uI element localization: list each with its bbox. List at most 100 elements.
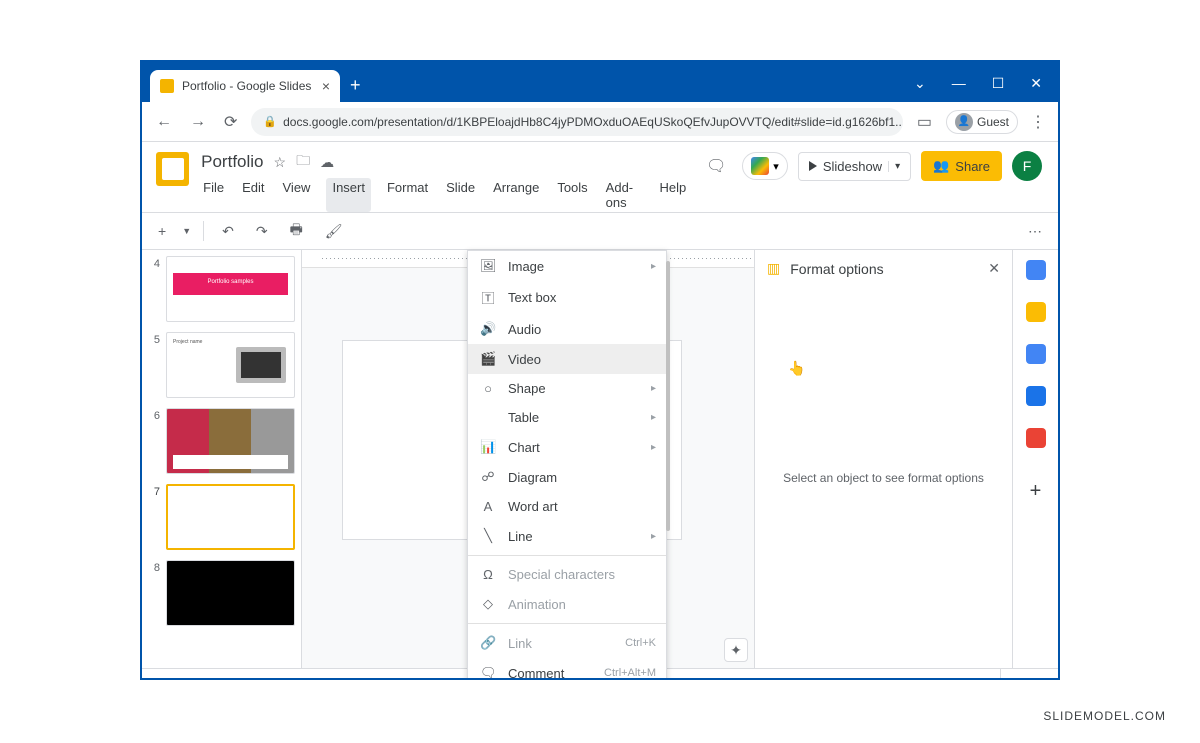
browser-window: Portfolio - Google Slides × + ⌄ — ☐ ✕ ← … [140, 60, 1060, 680]
new-slide-button[interactable]: + [152, 219, 172, 243]
move-icon[interactable]: 🗀 [296, 150, 310, 174]
canvas-area[interactable]: ✦ 🖼Image▸🅃Text box🔊Audio 🎬 Video ○Shape▸Tab… [302, 250, 754, 668]
user-avatar[interactable]: F [1012, 151, 1042, 181]
slideshow-button[interactable]: Slideshow ▾ [798, 152, 911, 181]
animation-icon: ◇ [480, 596, 496, 612]
profile-pill[interactable]: 👤 Guest [946, 110, 1018, 134]
slide-thumb[interactable]: 8 [148, 560, 295, 626]
contacts-icon[interactable] [1026, 386, 1046, 406]
menu-format[interactable]: Format [385, 178, 430, 212]
undo-button[interactable]: ↶ [216, 219, 240, 244]
chevron-down-icon: ▾ [773, 160, 779, 173]
insert-menu-audio[interactable]: 🔊Audio [468, 314, 666, 344]
more-tools-icon[interactable]: ⋯ [1022, 219, 1048, 244]
slide-thumb[interactable]: 7 [148, 484, 295, 550]
insert-menu-special-characters: ΩSpecial characters [468, 560, 666, 589]
menu-file[interactable]: File [201, 178, 226, 212]
address-bar-row: ← → ⟳ 🔒 docs.google.com/presentation/d/1… [142, 102, 1058, 142]
url-bar[interactable]: 🔒 docs.google.com/presentation/d/1KBPElo… [251, 108, 902, 136]
slide-thumb[interactable]: 5 [148, 332, 295, 398]
slides-logo-icon[interactable] [156, 152, 189, 186]
slideshow-label: Slideshow [823, 159, 882, 174]
insert-menu-word-art[interactable]: A Word art [468, 492, 666, 521]
slide-number: 8 [148, 560, 160, 626]
calendar-icon[interactable] [1026, 260, 1046, 280]
submenu-arrow-icon: ▸ [651, 261, 656, 272]
filmstrip-view-icon[interactable]: ▤ [154, 675, 167, 680]
insert-menu-line[interactable]: ╲Line▸ [468, 521, 666, 551]
window-minimize-icon[interactable]: — [952, 75, 966, 92]
link-icon: 🔗 [480, 635, 496, 651]
cloud-status-icon[interactable]: ☁ [320, 154, 334, 171]
window-maximize-icon[interactable]: ☐ [992, 75, 1005, 92]
menu-slide[interactable]: Slide [444, 178, 477, 212]
back-button[interactable]: ← [152, 113, 176, 131]
reload-button[interactable]: ⟳ [220, 112, 241, 132]
insert-menu-text-box[interactable]: 🅃Text box [468, 281, 666, 314]
reading-list-icon[interactable]: ▭ [913, 112, 936, 132]
titlebar: Portfolio - Google Slides × + ⌄ — ☐ ✕ [142, 62, 1058, 102]
menu-add-ons[interactable]: Add-ons [604, 178, 644, 212]
share-label: Share [955, 159, 990, 174]
insert-menu-chart[interactable]: 📊Chart▸ [468, 432, 666, 462]
share-button[interactable]: 👥 Share [921, 151, 1002, 181]
slides-favicon [160, 79, 174, 93]
get-addons-icon[interactable]: + [1030, 480, 1042, 503]
star-icon[interactable]: ☆ [274, 154, 287, 171]
insert-menu-image[interactable]: 🖼Image▸ [468, 251, 666, 281]
guest-label: Guest [977, 115, 1009, 129]
browser-menu-icon[interactable]: ⋮ [1028, 112, 1048, 132]
expand-sidepanel-icon[interactable]: › [1000, 669, 1046, 680]
menu-item-label: Video [508, 352, 541, 367]
doc-title[interactable]: Portfolio [201, 152, 263, 172]
comment-icon: 🗨 [480, 665, 496, 680]
forward-button[interactable]: → [186, 113, 210, 131]
slide-thumb[interactable]: 6 [148, 408, 295, 474]
insert-menu-table[interactable]: Table▸ [468, 403, 666, 432]
format-options-panel: ▥ Format options ✕ Select an object to s… [754, 250, 1012, 668]
slide-thumb[interactable]: 4 [148, 256, 295, 322]
insert-menu-video[interactable]: 🎬 Video [468, 344, 666, 374]
redo-button[interactable]: ↷ [250, 219, 274, 244]
insert-menu-diagram[interactable]: ☍Diagram [468, 462, 666, 492]
new-tab-button[interactable]: + [340, 75, 371, 102]
image-icon: 🖼 [480, 258, 496, 274]
meet-icon [751, 157, 769, 175]
mouse-cursor-icon: 👆 [788, 360, 805, 377]
comment-history-icon[interactable]: 🗨 [700, 150, 732, 182]
menu-help[interactable]: Help [658, 178, 689, 212]
tab-close-icon[interactable]: × [322, 78, 330, 94]
chevron-down-icon[interactable]: ▼ [182, 226, 191, 236]
shape-icon: ○ [480, 381, 496, 396]
slide-panel[interactable]: 4 5 6 7 8 [142, 250, 302, 668]
grid-view-icon[interactable]: ⊞ [197, 675, 209, 680]
insert-menu-shape[interactable]: ○Shape▸ [468, 374, 666, 403]
slide-number: 4 [148, 256, 160, 322]
share-icon: 👥 [933, 158, 949, 174]
menu-edit[interactable]: Edit [240, 178, 266, 212]
maps-icon[interactable] [1026, 428, 1046, 448]
insert-menu-comment[interactable]: 🗨CommentCtrl+Alt+M [468, 658, 666, 680]
side-panel: + [1012, 250, 1058, 668]
tasks-icon[interactable] [1026, 344, 1046, 364]
close-panel-icon[interactable]: ✕ [988, 260, 1000, 277]
menu-insert[interactable]: Insert [326, 178, 371, 212]
format-options-icon: ▥ [767, 260, 780, 277]
menu-arrange[interactable]: Arrange [491, 178, 541, 212]
window-close-icon[interactable]: ✕ [1030, 75, 1042, 92]
keep-icon[interactable] [1026, 302, 1046, 322]
print-button[interactable]: 🖶 [284, 215, 309, 247]
meet-button[interactable]: ▾ [742, 152, 788, 180]
word-art-icon: A [480, 499, 496, 514]
menu-item-label: Word art [508, 499, 558, 514]
video-icon: 🎬 [480, 351, 496, 367]
window-caret-icon[interactable]: ⌄ [914, 75, 926, 92]
shortcut-label: Ctrl+Alt+M [604, 667, 656, 679]
slideshow-dropdown-icon[interactable]: ▾ [888, 161, 900, 172]
paint-format-button[interactable]: 🖌 [319, 219, 349, 244]
explore-button[interactable]: ✦ [724, 638, 748, 662]
menu-tools[interactable]: Tools [555, 178, 589, 212]
menu-item-label: Text box [508, 290, 556, 305]
browser-tab[interactable]: Portfolio - Google Slides × [150, 70, 340, 102]
menu-view[interactable]: View [281, 178, 313, 212]
